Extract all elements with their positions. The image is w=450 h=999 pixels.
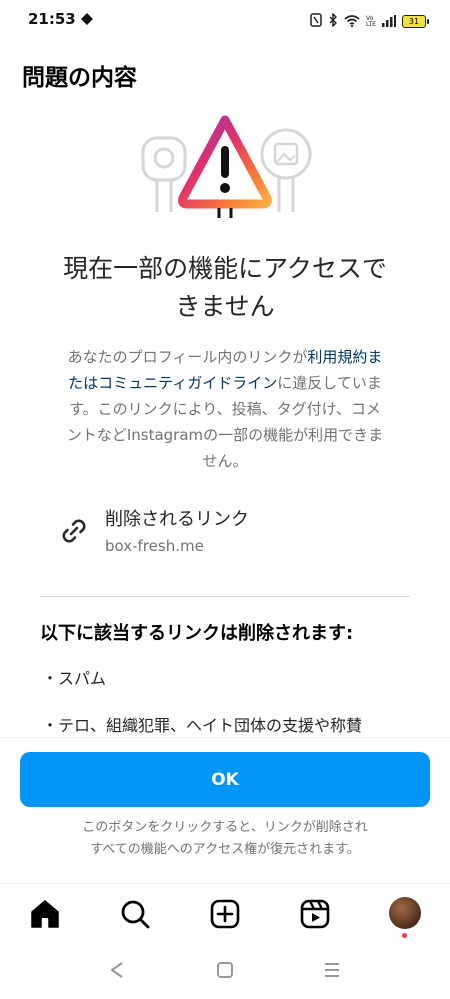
home-nav-icon[interactable] [216,960,234,984]
bluetooth-icon [328,12,338,31]
signal-icon [382,12,396,31]
criteria-item: ・スパム [42,669,107,688]
warning-illustration [135,112,315,222]
notice-description: あなたのプロフィール内のリンクが利用規約またはコミュニティガイドラインに違反して… [62,344,388,474]
ok-button[interactable]: OK [20,752,430,807]
status-bar: 21:53 Vo LTE 31 [0,0,450,40]
ok-footnote: このボタンをクリックすると、リンクが削除され すべての機能へのアクセス権が復元さ… [50,817,400,861]
notice-heading-line1: 現在一部の機能にアクセスで [63,254,387,283]
ok-footnote-line1: このボタンをクリックすると、リンクが削除され [82,820,368,835]
ok-footnote-line2: すべての機能へのアクセス権が復元されます。 [90,842,360,857]
removal-criteria-heading: 以下に該当するリンクは削除されます: [40,623,354,644]
profile-avatar[interactable] [389,897,421,929]
status-icons: Vo LTE 31 [310,12,429,31]
battery-icon: 31 [402,15,429,28]
status-time: 21:53 [28,10,76,28]
notification-dot [402,933,407,938]
recents-icon[interactable] [323,960,341,984]
volte-icon: Vo LTE [366,12,376,31]
svg-text:LTE: LTE [366,21,376,27]
back-icon[interactable] [108,960,126,984]
app-notification-icon [80,11,94,30]
removed-link-url: box-fresh.me [105,537,204,555]
create-icon[interactable] [209,898,241,930]
link-icon [58,515,90,551]
removed-link-row: 削除されるリンク box-fresh.me [58,505,398,561]
removed-link-title: 削除されるリンク [105,509,249,530]
search-icon[interactable] [119,898,151,930]
warning-triangle-icon [178,115,272,218]
notice-description-part1: あなたのプロフィール内のリンクが [67,348,308,366]
wifi-icon [344,12,360,31]
criteria-item: ・テロ、組織犯罪、ヘイト団体の支援や称賛 [42,716,363,735]
notice-heading-line2: きません [175,292,275,321]
divider [40,596,410,597]
page-title: 問題の内容 [22,65,137,91]
nfc-icon [310,12,322,31]
tab-bar-separator [0,883,450,884]
action-separator [0,737,450,738]
reels-icon[interactable] [299,898,331,930]
notice-heading: 現在一部の機能にアクセスで きません [40,250,410,326]
home-icon[interactable] [29,898,61,930]
